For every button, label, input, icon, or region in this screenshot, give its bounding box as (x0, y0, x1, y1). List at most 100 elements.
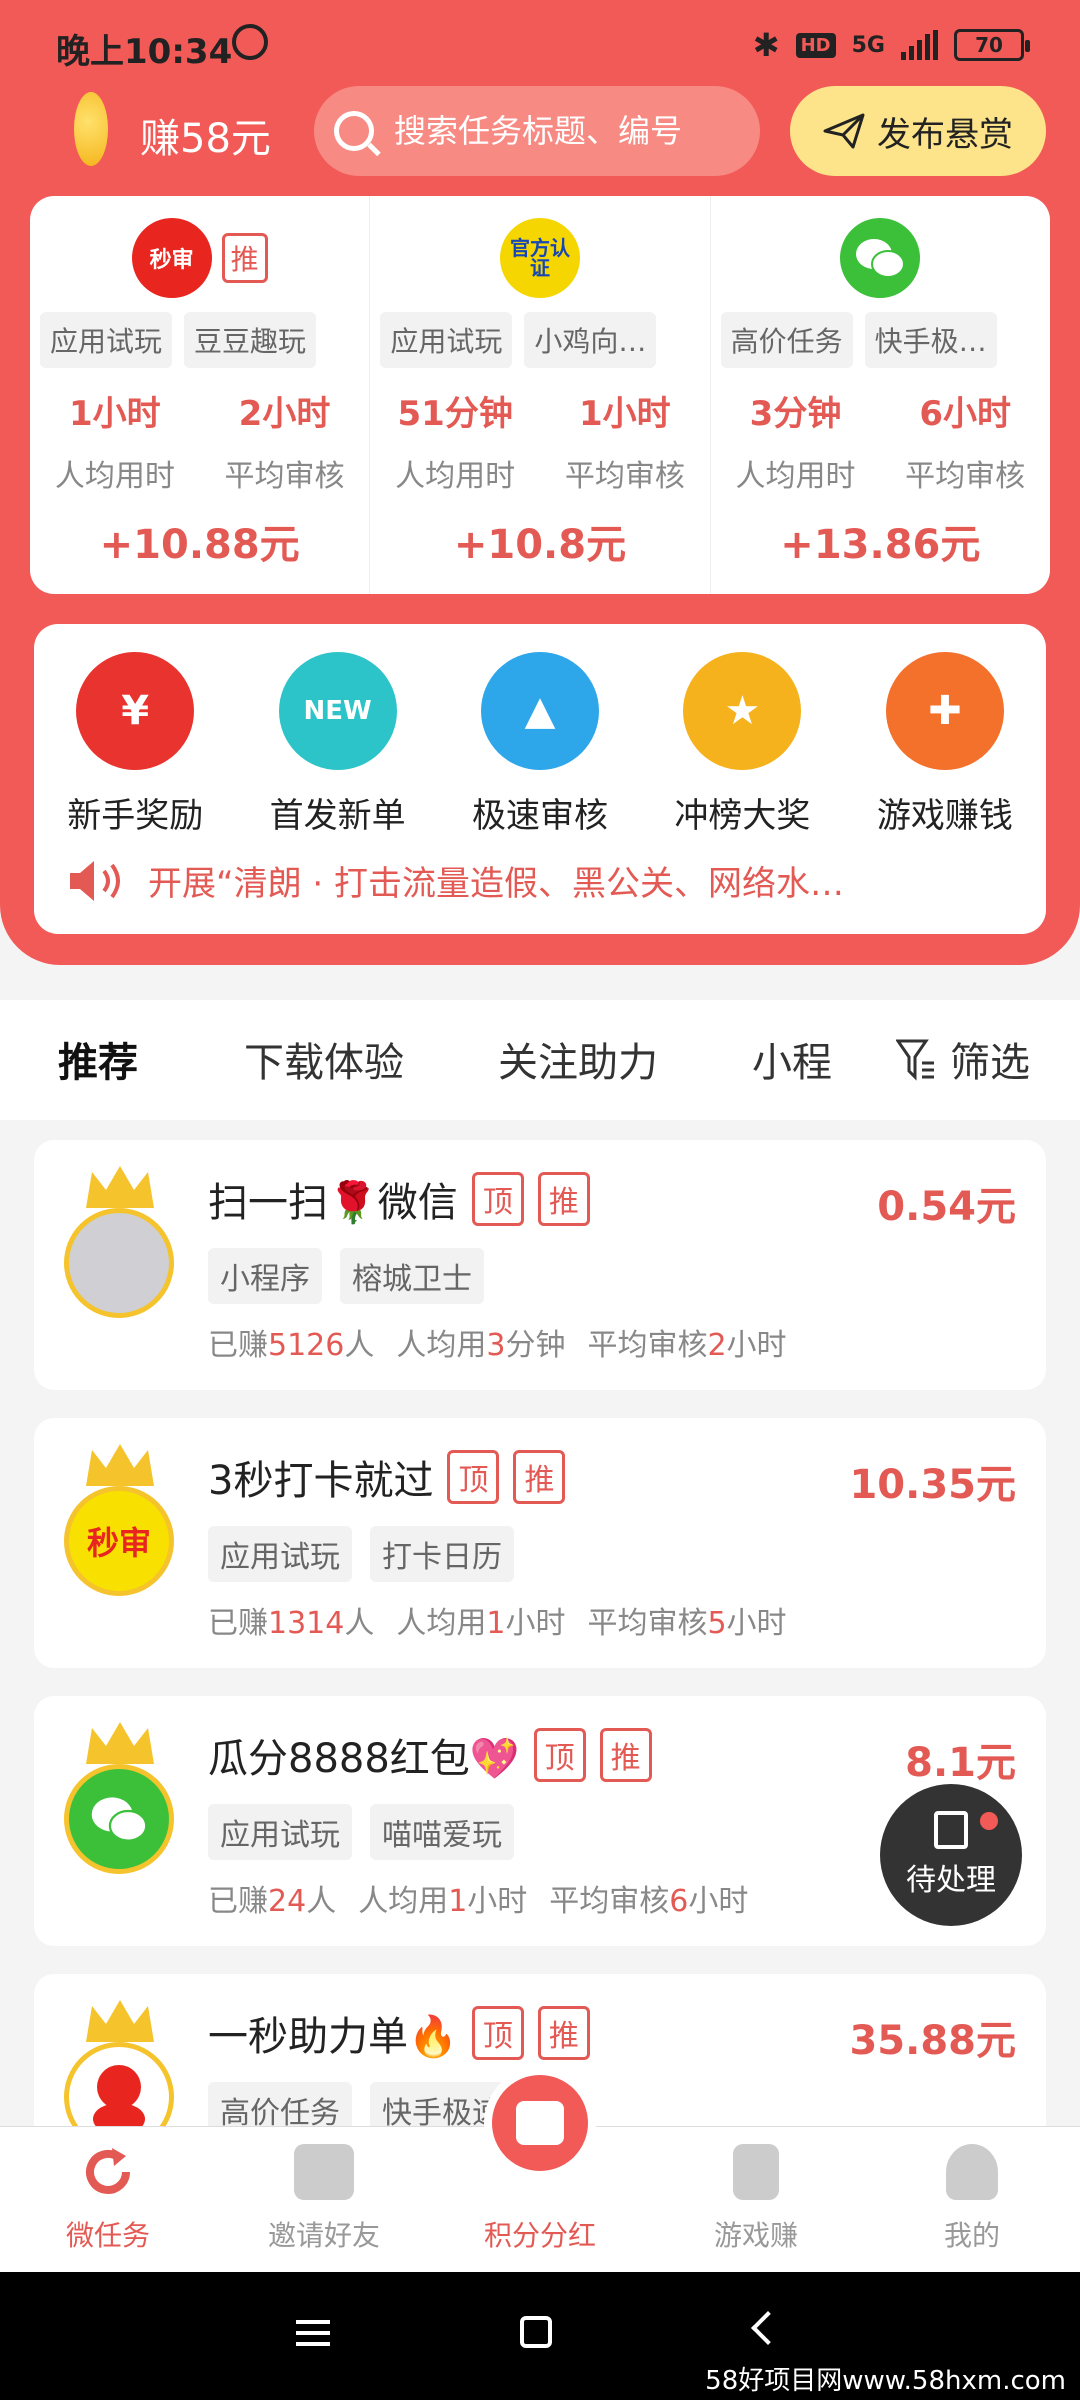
task-list-item[interactable]: 秒审 3秒打卡就过 顶 推 10.35元 应用试玩 打卡日历 已赚1314人 人… (34, 1418, 1046, 1668)
task-tag: 快手极… (864, 312, 997, 368)
menu-item-new-orders[interactable]: NEW 首发新单 (236, 652, 438, 837)
nav-label: 微任务 (65, 2219, 150, 2252)
top-badge: 顶 (533, 1728, 586, 1782)
new-badge-icon: NEW (278, 652, 397, 770)
tab-download[interactable]: 下载体验 (244, 1030, 404, 1088)
battery-level: 70 (975, 33, 1003, 57)
task-tag: 小鸡向… (524, 312, 657, 368)
home-icon[interactable] (520, 2316, 552, 2348)
status-icons: ✱ HD 5G 70 (752, 26, 1030, 64)
task-tag: 应用试玩 (208, 1526, 352, 1582)
search-bar[interactable] (314, 86, 760, 176)
top-badge: 顶 (447, 1450, 500, 1504)
avg-review-value: 6小时 (919, 394, 1011, 434)
recommend-badge: 推 (537, 2006, 590, 2060)
task-stats: 已赚1314人 人均用1小时 平均审核5小时 (208, 1606, 787, 1641)
task-title-row: 扫一扫🌹微信 顶 推 (208, 1170, 590, 1228)
nav-game-earn[interactable]: 游戏赚 (648, 2127, 864, 2272)
avg-review-label: 平均审核 (564, 459, 685, 494)
pending-label: 待处理 (906, 1863, 996, 1898)
refresh-icon (86, 2148, 130, 2194)
menu-item-game-earn[interactable]: ✚ 游戏赚钱 (844, 652, 1046, 837)
tab-follow[interactable]: 关注助力 (498, 1030, 658, 1088)
wechat-icon (64, 1764, 174, 1874)
task-tag: 小程序 (208, 1248, 322, 1304)
avg-time-value: 3分钟 (749, 394, 842, 434)
task-card[interactable]: 官方认证 应用试玩 小鸡向… 51分钟 人均用时 1小时 平均审核 +10.8元 (370, 196, 711, 594)
nav-points-dividend[interactable]: 积分分红 (432, 2067, 648, 2272)
avg-review-label: 平均审核 (905, 459, 1026, 494)
task-title-row: 一秒助力单🔥 顶 推 (208, 2004, 590, 2062)
nav-micro-tasks[interactable]: 微任务 (0, 2127, 216, 2272)
task-stats: 已赚24人 人均用1小时 平均审核6小时 (208, 1884, 749, 1919)
hd-badge: HD (795, 32, 836, 58)
bluetooth-icon: ✱ (752, 26, 780, 64)
announcement-text: 开展“清朗 · 打击流量造假、黑公关、网络水… (148, 864, 845, 904)
tab-recommend[interactable]: 推荐 (58, 1030, 138, 1092)
task-title: 扫一扫🌹微信 (208, 1180, 458, 1226)
menu-label: 极速审核 (472, 796, 609, 836)
task-price: 35.88元 (849, 2018, 1016, 2064)
task-list-item[interactable]: 扫一扫🌹微信 顶 推 0.54元 小程序 榕城卫士 已赚5126人 人均用3分钟… (34, 1140, 1046, 1390)
wechat-icon (840, 218, 921, 298)
back-icon[interactable] (751, 2311, 785, 2345)
filter-label: 筛选 (950, 1040, 1030, 1086)
avg-time-label: 人均用时 (54, 459, 175, 494)
status-time: 晚上10:34 (56, 32, 233, 72)
nav-me[interactable]: 我的 (864, 2127, 1080, 2272)
announcement-bar[interactable]: 开展“清朗 · 打击流量造假、黑公关、网络水… (68, 856, 1012, 905)
system-nav-bar: 58好项目网www.58hxm.com (0, 2272, 1080, 2400)
top-badge: 顶 (471, 1172, 524, 1226)
nav-label: 邀请好友 (267, 2219, 380, 2252)
paper-plane-icon (823, 113, 865, 149)
featured-task-cards: 秒审 推 应用试玩 豆豆趣玩 1小时 人均用时 2小时 平均审核 +10.88元 官… (30, 196, 1050, 594)
tab-mini-program[interactable]: 小程 (752, 1030, 832, 1088)
document-icon (934, 1811, 968, 1849)
recommend-badge: 推 (221, 233, 268, 283)
task-reward: +10.88元 (99, 522, 300, 568)
search-input[interactable] (394, 112, 734, 150)
task-card[interactable]: 高价任务 快手极… 3分钟 人均用时 6小时 平均审核 +13.86元 (711, 196, 1050, 594)
task-title: 3秒打卡就过 (208, 1458, 434, 1504)
nav-label: 游戏赚 (713, 2219, 798, 2252)
crown-icon (86, 1444, 154, 1486)
task-title-row: 瓜分8888红包💖 顶 推 (208, 1726, 652, 1784)
bottom-nav: 微任务 邀请好友 积分分红 游戏赚 我的 (0, 2067, 1080, 2272)
watermark: 58好项目网www.58hxm.com (705, 2366, 1066, 2396)
menu-item-newbie-reward[interactable]: ¥ 新手奖励 (34, 652, 236, 837)
red-envelope-icon: ¥ (76, 652, 195, 770)
task-price: 10.35元 (849, 1462, 1016, 1508)
recommend-badge: 推 (537, 1172, 590, 1226)
task-card[interactable]: 秒审 推 应用试玩 豆豆趣玩 1小时 人均用时 2小时 平均审核 +10.88元 (30, 196, 371, 594)
recommend-badge: 推 (599, 1728, 652, 1782)
task-reward: +13.86元 (780, 522, 981, 568)
user-icon (946, 2144, 998, 2200)
game-console-icon (733, 2144, 779, 2200)
stamp-icon: ▲ (481, 652, 600, 770)
publish-reward-button[interactable]: 发布悬赏 (790, 86, 1046, 176)
crown-icon (86, 2000, 154, 2042)
menu-label: 首发新单 (269, 796, 406, 836)
nav-invite-friends[interactable]: 邀请好友 (216, 2127, 432, 2272)
shopping-bag-icon (484, 2067, 596, 2179)
top-badge: 顶 (471, 2006, 524, 2060)
pending-button[interactable]: 待处理 (880, 1784, 1022, 1926)
task-tag: 高价任务 (720, 312, 853, 368)
recommend-badge: 推 (513, 1450, 566, 1504)
task-tag: 豆豆趣玩 (184, 312, 317, 368)
notification-dot (980, 1812, 998, 1830)
quick-menu: ¥ 新手奖励 NEW 首发新单 ▲ 极速审核 ★ 冲榜大奖 ✚ 游戏赚钱 开展“… (34, 624, 1046, 934)
task-title: 瓜分8888红包💖 (208, 1736, 520, 1782)
menu-item-ranking-prize[interactable]: ★ 冲榜大奖 (641, 652, 843, 837)
crown-icon (86, 1722, 154, 1764)
menu-icon[interactable] (296, 2320, 330, 2346)
task-tag: 榕城卫士 (340, 1248, 484, 1304)
task-price: 8.1元 (905, 1740, 1016, 1786)
filter-icon (896, 1039, 934, 1081)
avg-review-value: 1小时 (579, 394, 671, 434)
status-bar: 晚上10:34 ✱ HD 5G 70 (0, 0, 1080, 88)
earn-label[interactable]: 赚58元 (140, 106, 271, 164)
task-tag: 应用试玩 (380, 312, 513, 368)
menu-item-fast-review[interactable]: ▲ 极速审核 (439, 652, 641, 837)
filter-button[interactable]: 筛选 (896, 1030, 1030, 1088)
